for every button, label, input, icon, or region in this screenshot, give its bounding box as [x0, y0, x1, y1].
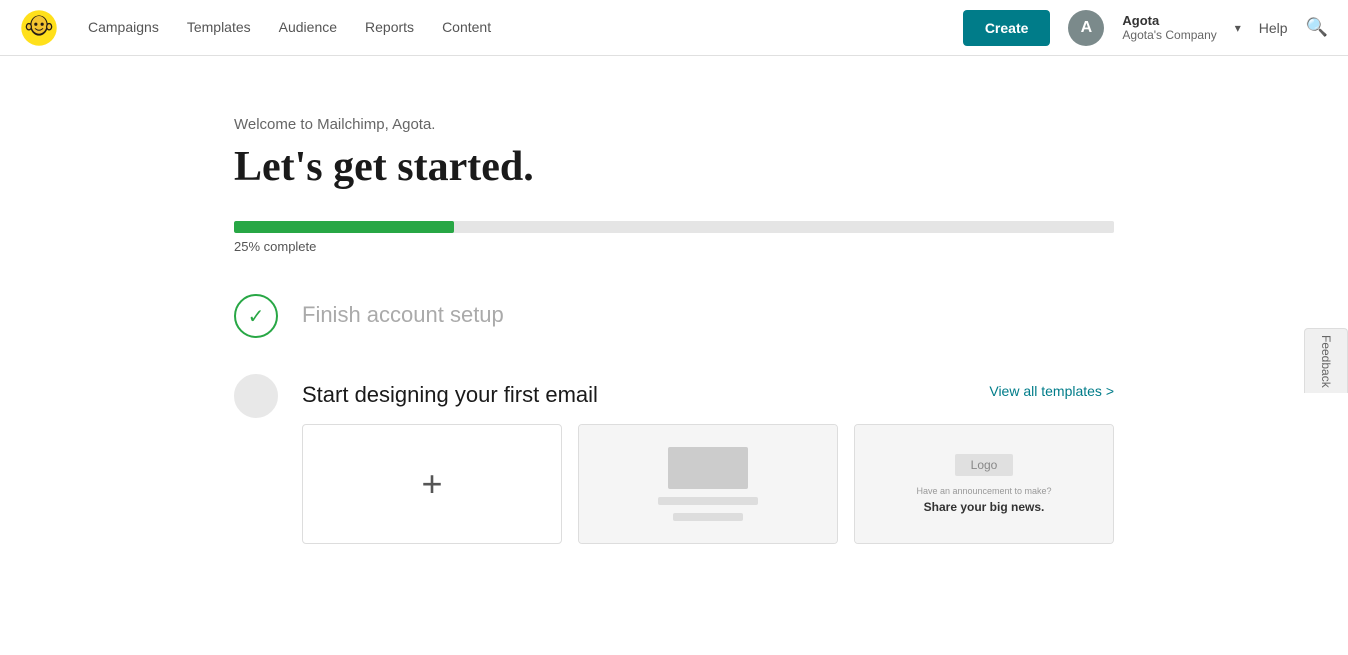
template-announce-sub: Have an announcement to make?: [916, 486, 1051, 496]
nav-right: Create A Agota Agota's Company ▾ Help 🔍: [963, 10, 1328, 46]
template-layout-line-1: [658, 497, 758, 505]
template-layout-preview: [579, 425, 837, 543]
main-content: Welcome to Mailchimp, Agota. Let's get s…: [74, 56, 1274, 620]
welcome-sub: Welcome to Mailchimp, Agota.: [234, 116, 1114, 133]
template-layout-image-rect: [668, 447, 748, 489]
template-card-layout[interactable]: [578, 424, 838, 544]
feedback-label: Feedback: [1319, 335, 1333, 388]
progress-bar-background: [234, 221, 1114, 233]
templates-header: Start designing your first email View al…: [302, 374, 1114, 408]
avatar[interactable]: A: [1068, 10, 1104, 46]
template-announcement-preview: Logo Have an announcement to make? Share…: [855, 425, 1113, 543]
nav-item-audience[interactable]: Audience: [279, 19, 337, 35]
nav-item-templates[interactable]: Templates: [187, 19, 251, 35]
step-title-account-setup: Finish account setup: [302, 294, 504, 328]
user-dropdown-chevron[interactable]: ▾: [1235, 21, 1241, 35]
template-card-blank[interactable]: +: [302, 424, 562, 544]
templates-grid: + Logo Have an annou: [302, 424, 1114, 544]
welcome-heading: Let's get started.: [234, 143, 1114, 191]
progress-label: 25% complete: [234, 239, 1114, 254]
navbar: Campaigns Templates Audience Reports Con…: [0, 0, 1348, 56]
logo[interactable]: [20, 9, 58, 47]
template-layout-line-2: [673, 513, 743, 521]
feedback-tab[interactable]: Feedback: [1304, 328, 1348, 394]
check-icon: ✓: [248, 304, 265, 329]
template-card-announcement[interactable]: Logo Have an announcement to make? Share…: [854, 424, 1114, 544]
user-info[interactable]: Agota Agota's Company: [1122, 13, 1216, 42]
nav-item-content[interactable]: Content: [442, 19, 491, 35]
nav-links: Campaigns Templates Audience Reports Con…: [88, 19, 963, 37]
steps-section: ✓ Finish account setup Start designing y…: [234, 294, 1114, 544]
progress-container: 25% complete: [234, 221, 1114, 254]
create-button[interactable]: Create: [963, 10, 1051, 46]
step-circle-account-setup: ✓: [234, 294, 278, 338]
help-link[interactable]: Help: [1259, 20, 1288, 36]
template-plus-icon: +: [421, 466, 442, 502]
view-all-templates-link[interactable]: View all templates >: [989, 383, 1114, 399]
step-title-first-email: Start designing your first email: [302, 374, 598, 408]
step-account-setup: ✓ Finish account setup: [234, 294, 1114, 338]
template-announce-title: Share your big news.: [924, 500, 1045, 514]
user-name: Agota: [1122, 13, 1216, 28]
user-company: Agota's Company: [1122, 28, 1216, 42]
step-circle-first-email: [234, 374, 278, 418]
search-icon[interactable]: 🔍: [1306, 17, 1328, 38]
progress-bar-fill: [234, 221, 454, 233]
step-first-email: Start designing your first email View al…: [234, 374, 1114, 544]
nav-item-campaigns[interactable]: Campaigns: [88, 19, 159, 35]
nav-item-reports[interactable]: Reports: [365, 19, 414, 35]
template-logo-box: Logo: [955, 454, 1014, 476]
